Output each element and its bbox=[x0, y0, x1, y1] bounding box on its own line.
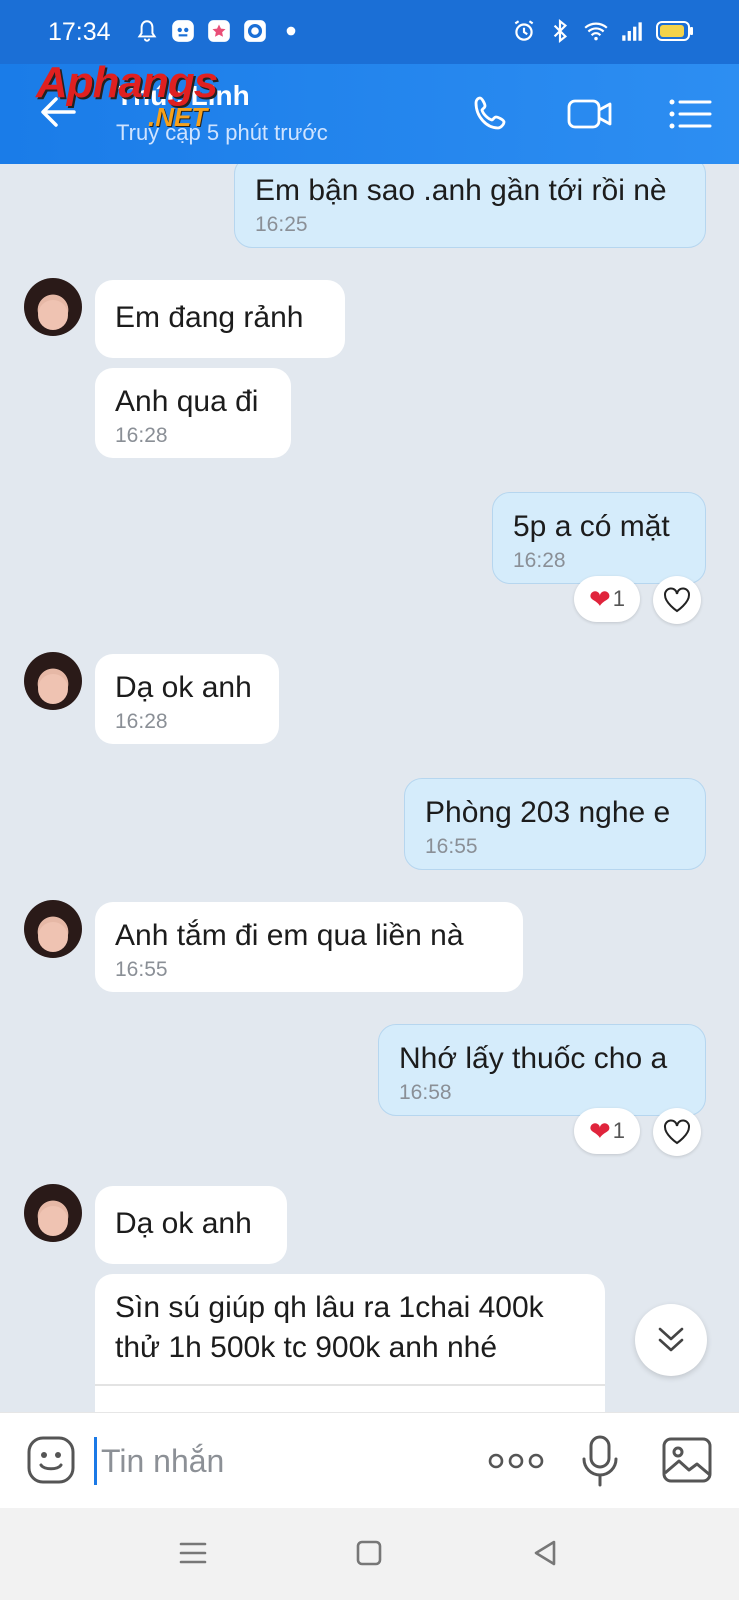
message-text: Anh qua đi bbox=[115, 385, 259, 418]
status-system-icons bbox=[511, 18, 695, 44]
recents-icon[interactable] bbox=[178, 1538, 208, 1568]
emoji-icon[interactable] bbox=[26, 1435, 76, 1485]
mic-icon[interactable] bbox=[580, 1435, 620, 1487]
message-input[interactable] bbox=[94, 1437, 464, 1485]
message-time: 16:25 bbox=[255, 213, 308, 236]
avatar[interactable] bbox=[24, 1184, 82, 1242]
chat-header: Thúc Linh Truy cập 5 phút trước Aphangs … bbox=[0, 58, 739, 164]
message-text: Dạ ok anh bbox=[115, 671, 252, 704]
message-time: 16:55 bbox=[115, 958, 168, 981]
reaction-count: 1 bbox=[612, 586, 626, 611]
video-icon[interactable] bbox=[566, 92, 614, 136]
app-icon-messenger bbox=[172, 20, 194, 42]
message-text: Phòng 203 nghe e bbox=[425, 796, 671, 829]
watermark-sub-text: .NET bbox=[148, 102, 208, 132]
message-outgoing[interactable]: Phòng 203 nghe e 16:55 bbox=[404, 778, 706, 870]
message-incoming[interactable]: Sìn sú giúp qh lâu ra 1chai 400k thử 1h … bbox=[95, 1274, 605, 1412]
bubble-divider bbox=[95, 1384, 605, 1386]
heart-outline-icon bbox=[664, 1119, 690, 1145]
bluetooth-icon bbox=[553, 18, 568, 44]
reaction-badge[interactable]: ❤ 1 bbox=[574, 1108, 640, 1154]
message-incoming[interactable]: Dạ ok anh 16:28 bbox=[95, 654, 279, 744]
heart-icon: ❤ bbox=[588, 1115, 611, 1146]
message-text: Dạ ok anh bbox=[115, 1207, 252, 1240]
message-text: Anh tắm đi em qua liền nà bbox=[115, 919, 464, 952]
message-incoming[interactable]: Anh tắm đi em qua liền nà 16:55 bbox=[95, 902, 523, 992]
message-incoming[interactable]: Anh qua đi 16:28 bbox=[95, 368, 291, 458]
message-time: 16:28 bbox=[513, 549, 566, 572]
bell-icon bbox=[137, 20, 157, 42]
scroll-to-bottom-button[interactable] bbox=[635, 1304, 707, 1376]
nav-back-icon[interactable] bbox=[530, 1538, 560, 1568]
message-incoming[interactable]: Em đang rảnh bbox=[95, 280, 345, 358]
app-icon-star bbox=[208, 20, 230, 42]
message-outgoing[interactable]: Nhớ lấy thuốc cho a 16:58 bbox=[378, 1024, 706, 1116]
wifi-icon bbox=[584, 22, 608, 41]
more-icon[interactable] bbox=[488, 1449, 544, 1473]
alarm-icon bbox=[514, 20, 534, 41]
message-time: 16:58 bbox=[399, 1081, 452, 1104]
heart-icon: ❤ bbox=[588, 583, 611, 614]
reaction-count: 1 bbox=[612, 1118, 626, 1143]
message-text: Em đang rảnh bbox=[115, 301, 304, 334]
phone-icon[interactable] bbox=[468, 92, 516, 136]
message-outgoing[interactable]: 5p a có mặt 16:28 bbox=[492, 492, 706, 584]
add-reaction-button[interactable] bbox=[653, 576, 701, 624]
avatar[interactable] bbox=[24, 278, 82, 336]
message-text-line2: thử 1h 500k tc 900k anh nhé bbox=[115, 1331, 498, 1364]
add-reaction-button[interactable] bbox=[653, 1108, 701, 1156]
signal-icon bbox=[622, 22, 642, 41]
avatar[interactable] bbox=[24, 900, 82, 958]
message-outgoing[interactable]: Em bận sao .anh gần tới rồi nè 16:25 bbox=[234, 164, 706, 248]
system-nav-bar bbox=[0, 1508, 739, 1600]
message-incoming[interactable]: Dạ ok anh bbox=[95, 1186, 287, 1264]
heart-outline-icon bbox=[664, 587, 690, 613]
status-bar: 17:34 bbox=[0, 0, 739, 64]
message-text: 5p a có mặt bbox=[513, 510, 670, 543]
chat-messages-area[interactable]: Em bận sao .anh gần tới rồi nè 16:25 Em … bbox=[0, 164, 739, 1412]
app-icon-circle bbox=[244, 20, 266, 42]
avatar[interactable] bbox=[24, 652, 82, 710]
dot-icon bbox=[286, 26, 296, 36]
battery-icon bbox=[656, 21, 693, 41]
message-time: 16:28 bbox=[115, 710, 168, 733]
status-notification-icons bbox=[134, 18, 304, 44]
reaction-badge[interactable]: ❤ 1 bbox=[574, 576, 640, 622]
status-time: 17:34 bbox=[48, 18, 111, 46]
watermark-logo: Aphangs .NET bbox=[36, 58, 218, 132]
message-text-line1: Sìn sú giúp qh lâu ra 1chai 400k bbox=[115, 1291, 544, 1324]
message-composer bbox=[0, 1412, 739, 1508]
message-text: Nhớ lấy thuốc cho a bbox=[399, 1042, 668, 1075]
image-icon[interactable] bbox=[662, 1437, 712, 1483]
message-time: 16:55 bbox=[425, 835, 478, 858]
watermark-main-text: Aphangs bbox=[36, 58, 218, 107]
message-text: Em bận sao .anh gần tới rồi nè bbox=[255, 174, 667, 207]
home-icon[interactable] bbox=[354, 1538, 384, 1568]
message-time: 16:28 bbox=[115, 424, 168, 447]
chevron-double-down-icon bbox=[658, 1327, 684, 1352]
menu-icon[interactable] bbox=[666, 92, 714, 136]
